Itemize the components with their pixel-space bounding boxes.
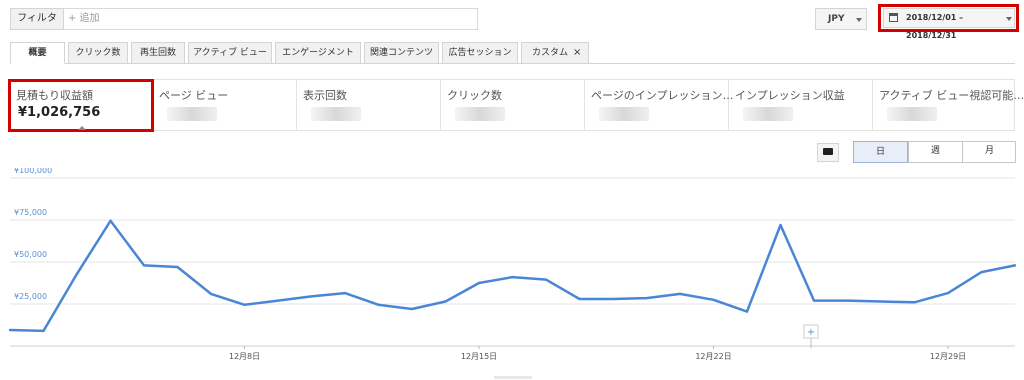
tab-related-content[interactable]: 関連コンテンツ (364, 42, 439, 64)
data-point[interactable] (109, 219, 112, 223)
tab-active-view[interactable]: アクティブ ビュー (188, 42, 272, 64)
tab-clicks[interactable]: クリック数 (68, 42, 128, 64)
filter-button[interactable]: フィルタ (10, 8, 64, 30)
blurred-value (887, 107, 937, 121)
data-point[interactable] (879, 300, 883, 303)
data-point[interactable] (243, 303, 246, 307)
data-point[interactable] (812, 299, 816, 302)
period-month-button[interactable]: 月 (962, 141, 1016, 163)
date-range-highlight (878, 4, 1019, 32)
data-point[interactable] (712, 298, 715, 301)
data-point[interactable] (946, 291, 950, 295)
blurred-value (311, 107, 361, 121)
metric-label: ページ ビュー (159, 89, 229, 102)
metric-label: ページのインプレッション… (591, 89, 734, 102)
data-point[interactable] (745, 310, 749, 313)
comment-icon (823, 148, 833, 155)
data-point[interactable] (142, 264, 146, 267)
data-point[interactable] (544, 278, 548, 281)
data-point[interactable] (75, 272, 79, 275)
data-point[interactable] (645, 296, 648, 300)
data-point[interactable] (410, 307, 414, 311)
revenue-line-chart: ¥100,000 ¥75,000 ¥50,000 ¥25,000 12月8日 12月15… (8, 168, 1017, 361)
tab-plays[interactable]: 再生回数 (131, 42, 185, 64)
metric-label: インプレッション収益 (735, 89, 845, 102)
selected-indicator (78, 126, 86, 130)
y-tick-label: ¥25,000 (14, 292, 47, 301)
data-point[interactable] (8, 328, 12, 332)
blurred-value (743, 107, 793, 121)
metric-card-active-view-viewable[interactable]: アクティブ ビュー視認可能… (873, 79, 1024, 131)
selected-metric-highlight (8, 79, 154, 132)
x-tick-label: 12月8日 (229, 352, 260, 361)
metric-card-page-impressions[interactable]: ページのインプレッション… (585, 79, 733, 131)
tab-ad-sessions[interactable]: 広告セッション (442, 42, 518, 64)
data-point[interactable] (678, 292, 682, 296)
metric-card-impressions[interactable]: 表示回数 (297, 79, 441, 131)
blurred-value (167, 107, 217, 121)
tab-custom-label: カスタム (532, 48, 569, 58)
data-point[interactable] (477, 281, 481, 285)
metric-label: クリック数 (447, 89, 502, 102)
blurred-value (599, 107, 649, 121)
x-tick-label: 12月22日 (695, 352, 731, 361)
tab-custom[interactable]: カスタム × (521, 42, 589, 64)
plus-icon: + (807, 327, 815, 338)
x-tick-label: 12月29日 (930, 352, 966, 361)
scroll-indicator (494, 376, 532, 379)
data-point[interactable] (511, 275, 514, 279)
y-tick-label: ¥100,000 (14, 168, 52, 175)
caret-down-icon (856, 18, 862, 22)
blurred-value (455, 107, 505, 121)
data-point[interactable] (310, 295, 313, 298)
data-point[interactable] (377, 303, 380, 307)
annotation-button[interactable] (817, 143, 839, 162)
data-point[interactable] (980, 270, 983, 274)
data-point[interactable] (343, 291, 347, 295)
data-point[interactable] (276, 299, 280, 302)
period-day-button[interactable]: 日 (853, 141, 908, 163)
data-point[interactable] (846, 299, 849, 302)
tab-overview[interactable]: 概要 (10, 42, 65, 64)
close-icon[interactable]: × (573, 43, 581, 63)
period-week-button[interactable]: 週 (908, 141, 962, 163)
currency-dropdown[interactable]: JPY (815, 8, 867, 30)
metric-label: アクティブ ビュー視認可能… (879, 89, 1024, 102)
series-line-revenue (9, 219, 1016, 333)
data-point[interactable] (1013, 264, 1017, 267)
data-point[interactable] (578, 297, 581, 301)
tab-engagement[interactable]: エンゲージメント (275, 42, 361, 64)
add-annotation-marker[interactable]: + (803, 324, 819, 348)
data-point[interactable] (209, 292, 213, 296)
metric-card-clicks[interactable]: クリック数 (441, 79, 585, 131)
data-point[interactable] (176, 265, 179, 269)
y-tick-label: ¥75,000 (14, 208, 47, 217)
metric-card-pageviews[interactable]: ページ ビュー (153, 79, 297, 131)
filter-add-input[interactable]: + 追加 (68, 8, 100, 30)
data-point[interactable] (444, 300, 447, 303)
metric-label: 表示回数 (303, 89, 347, 102)
y-tick-label: ¥50,000 (14, 250, 47, 259)
x-tick-label: 12月15日 (461, 352, 497, 361)
currency-value: JPY (828, 14, 845, 24)
data-point[interactable] (611, 297, 615, 301)
data-point[interactable] (913, 301, 916, 304)
metric-card-impression-revenue[interactable]: インプレッション収益 (729, 79, 873, 131)
data-point[interactable] (779, 223, 782, 227)
data-point[interactable] (42, 329, 45, 333)
